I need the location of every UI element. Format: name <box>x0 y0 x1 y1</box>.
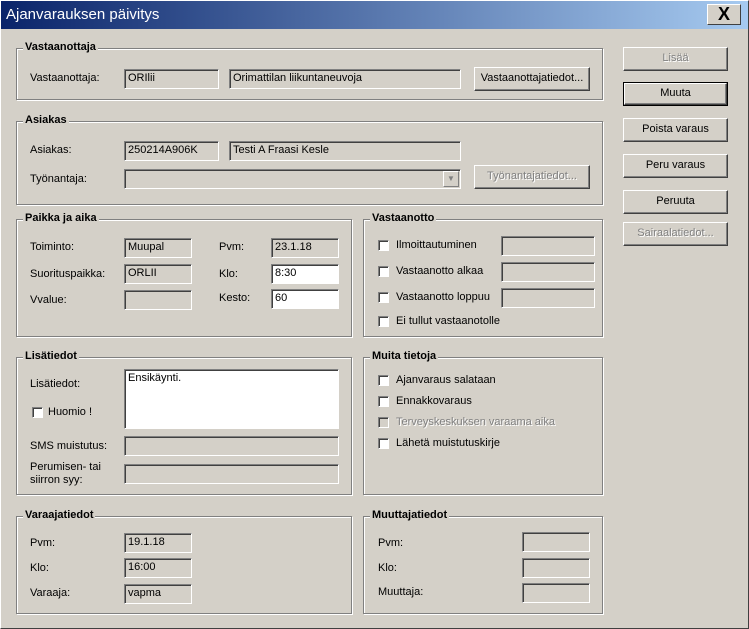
vvalue-label: Vvalue: <box>30 294 67 306</box>
muuttajatiedot-group-title: Muuttajatiedot <box>370 509 450 521</box>
ei-tullut-label: Ei tullut vastaanotolle <box>396 315 500 327</box>
vastaanottaja-code-field[interactable]: ORIlii <box>124 69 219 89</box>
tyonantaja-label: Työnantaja: <box>30 173 87 185</box>
tyonantaja-combo[interactable]: ▼ <box>124 169 461 189</box>
klo-label: Klo: <box>219 268 238 280</box>
vastaanotto-group-title: Vastaanotto <box>370 212 437 224</box>
suorituspaikka-field[interactable]: ORLII <box>124 264 192 284</box>
pvm-label: Pvm: <box>219 241 245 253</box>
muistutuskirje-label: Lähetä muistutuskirje <box>396 437 500 449</box>
vastaanottaja-label: Vastaanottaja: <box>30 72 100 84</box>
muita-tietoja-group-title: Muita tietoja <box>370 350 439 362</box>
varaaja-label: Varaaja: <box>30 587 71 599</box>
asiakas-group: Asiakas <box>16 114 603 205</box>
vastaanotto-alkaa-label: Vastaanotto alkaa <box>396 265 484 277</box>
varaaja-klo-label: Klo: <box>30 562 49 574</box>
terveyskeskus-label: Terveyskeskuksen varaama aika <box>396 416 555 428</box>
vastaanotto-alkaa-field[interactable] <box>501 262 595 282</box>
kesto-label: Kesto: <box>219 292 251 304</box>
varaaja-pvm-field[interactable]: 19.1.18 <box>124 533 192 553</box>
huomio-label: Huomio ! <box>48 406 93 418</box>
asiakas-id-field[interactable]: 250214A906K <box>124 141 219 161</box>
vastaanotto-loppuu-label: Vastaanotto loppuu <box>396 291 490 303</box>
terveyskeskus-checkbox[interactable] <box>378 417 389 428</box>
muuttaja-label: Muuttaja: <box>378 586 424 598</box>
salataan-label: Ajanvaraus salataan <box>396 374 496 386</box>
chevron-down-icon[interactable]: ▼ <box>443 171 459 187</box>
ennakkovaraus-label: Ennakkovaraus <box>396 395 472 407</box>
ilmoittautuminen-field[interactable] <box>501 236 595 256</box>
paikka-ja-aika-group-title: Paikka ja aika <box>23 212 99 224</box>
sms-muistutus-label: SMS muistutus: <box>30 440 108 452</box>
asiakas-label: Asiakas: <box>30 144 72 156</box>
vastaanottaja-group-title: Vastaanottaja <box>23 41 98 53</box>
vastaanotto-loppuu-field[interactable] <box>501 288 595 308</box>
poista-varaus-button[interactable]: Poista varaus <box>623 118 728 142</box>
vastaanotto-alkaa-checkbox[interactable] <box>378 266 389 277</box>
peruuta-button[interactable]: Peruuta <box>623 190 728 214</box>
pvm-field[interactable]: 23.1.18 <box>271 238 339 258</box>
muuttaja-field[interactable] <box>522 583 590 603</box>
lisatiedot-label: Lisätiedot: <box>30 378 81 390</box>
kesto-input[interactable]: 60 <box>271 289 339 309</box>
varaajatiedot-group-title: Varaajatiedot <box>23 509 96 521</box>
muuttaja-pvm-field[interactable] <box>522 532 590 552</box>
sms-muistutus-field[interactable] <box>124 436 339 456</box>
vvalue-field[interactable] <box>124 290 192 310</box>
peruminen-field[interactable] <box>124 464 339 484</box>
varaaja-field[interactable]: vapma <box>124 584 192 604</box>
tyonantajatiedot-button[interactable]: Työnantajatiedot... <box>474 165 590 189</box>
vastaanottajatiedot-button[interactable]: Vastaanottajatiedot... <box>474 67 590 91</box>
muistutuskirje-checkbox[interactable] <box>378 438 389 449</box>
ei-tullut-checkbox[interactable] <box>378 316 389 327</box>
varaaja-klo-field[interactable]: 16:00 <box>124 558 192 578</box>
lisatiedot-textarea[interactable]: Ensikäynti. <box>124 369 339 429</box>
ilmoittautuminen-checkbox[interactable] <box>378 240 389 251</box>
title-bar[interactable]: Ajanvarauksen päivitys X <box>1 1 748 29</box>
peruminen-label-1: Perumisen- tai <box>30 461 101 473</box>
salataan-checkbox[interactable] <box>378 375 389 386</box>
dialog-window: Ajanvarauksen päivitys X Vastaanottaja V… <box>0 0 749 629</box>
asiakas-group-title: Asiakas <box>23 114 69 126</box>
toiminto-label: Toiminto: <box>30 241 75 253</box>
vastaanotto-loppuu-checkbox[interactable] <box>378 292 389 303</box>
peru-varaus-button[interactable]: Peru varaus <box>623 154 728 178</box>
close-button[interactable]: X <box>707 4 741 25</box>
window-title: Ajanvarauksen päivitys <box>6 6 160 23</box>
ilmoittautuminen-label: Ilmoittautuminen <box>396 239 477 251</box>
klo-input[interactable]: 8:30 <box>271 264 339 284</box>
muuttaja-klo-field[interactable] <box>522 558 590 578</box>
huomio-checkbox[interactable] <box>32 407 43 418</box>
muuta-button[interactable]: Muuta <box>623 82 728 106</box>
lisaa-button[interactable]: Lisää <box>623 47 728 71</box>
muuttaja-klo-label: Klo: <box>378 562 397 574</box>
vastaanottaja-name-field[interactable]: Orimattilan liikuntaneuvoja <box>229 69 461 89</box>
lisatiedot-group-title: Lisätiedot <box>23 350 79 362</box>
ennakkovaraus-checkbox[interactable] <box>378 396 389 407</box>
suorituspaikka-label: Suorituspaikka: <box>30 268 106 280</box>
varaaja-pvm-label: Pvm: <box>30 537 56 549</box>
sairaalatiedot-button[interactable]: Sairaalatiedot... <box>623 222 728 246</box>
toiminto-field[interactable]: Muupal <box>124 238 192 258</box>
peruminen-label-2: siirron syy: <box>30 474 83 486</box>
asiakas-name-field[interactable]: Testi A Fraasi Kesle <box>229 141 461 161</box>
muuttaja-pvm-label: Pvm: <box>378 537 404 549</box>
